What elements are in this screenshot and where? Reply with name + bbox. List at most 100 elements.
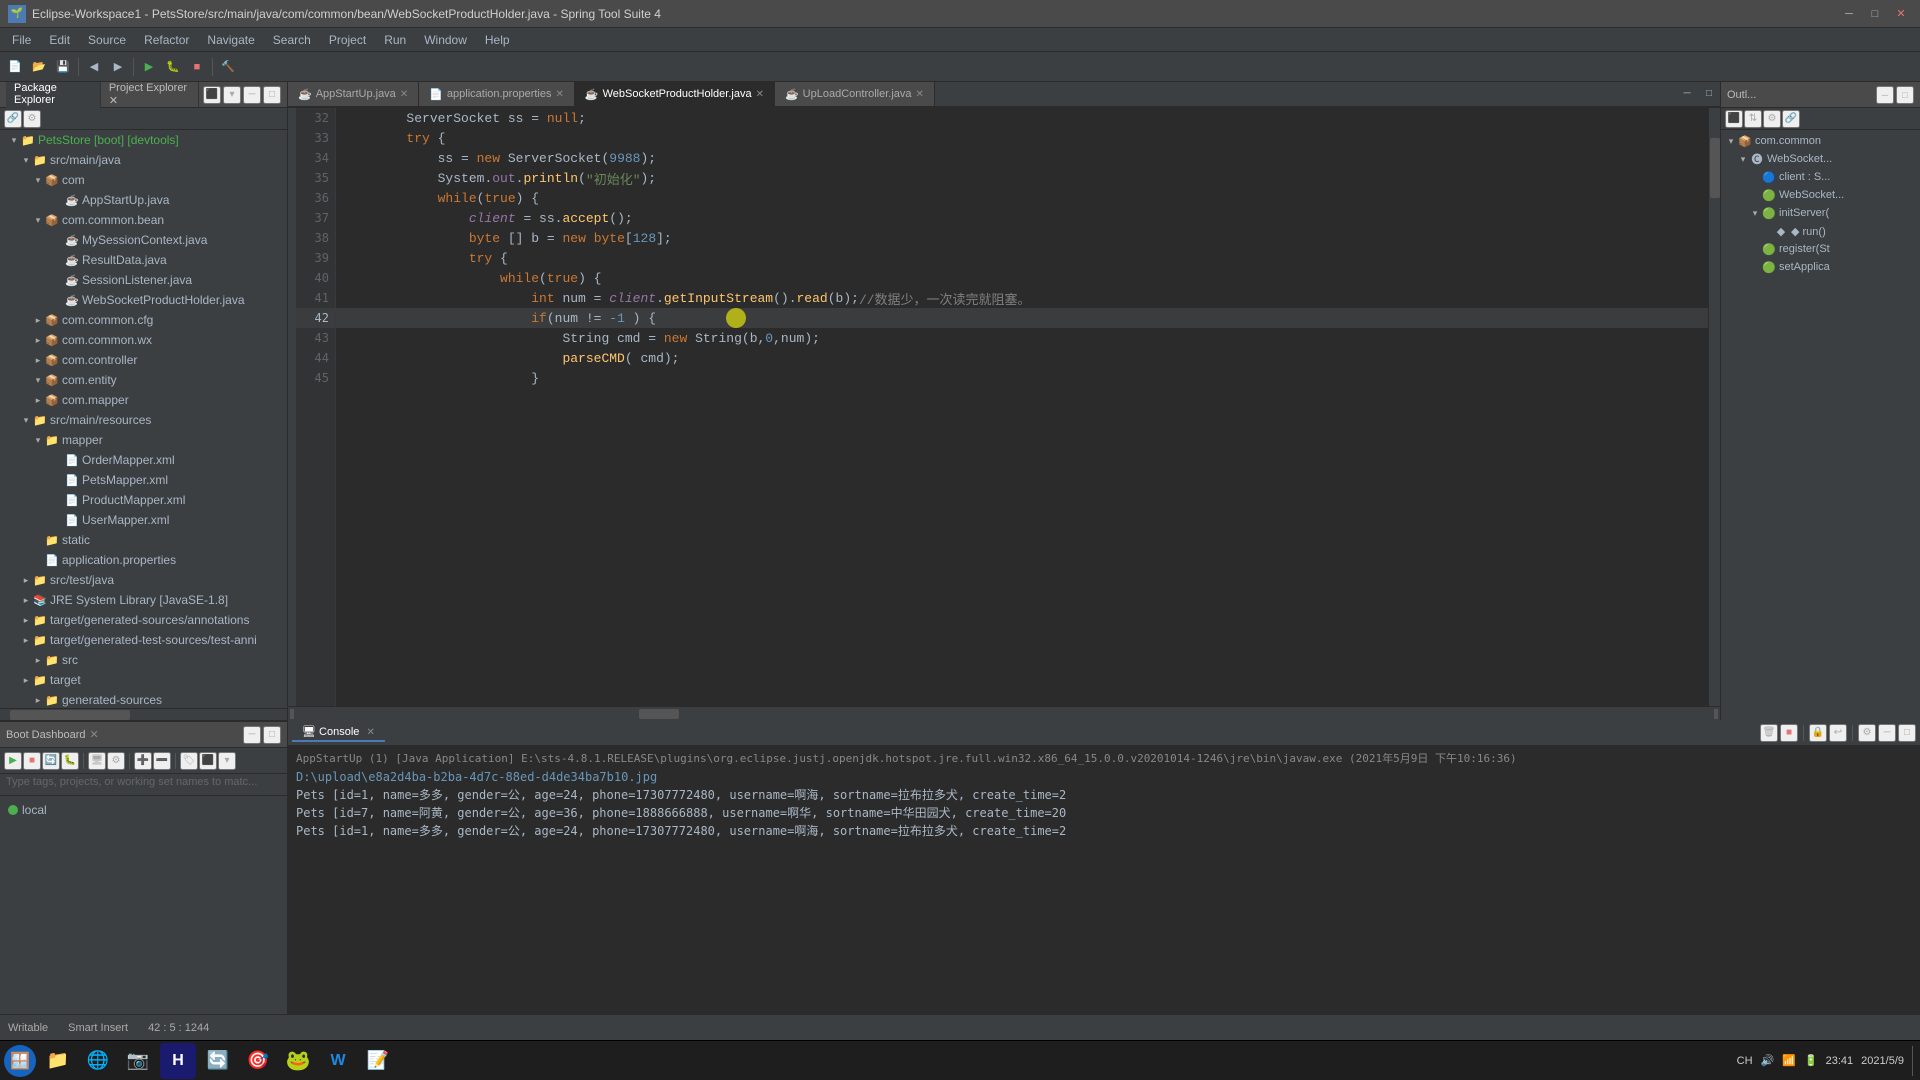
menu-window[interactable]: Window (416, 31, 475, 49)
taskbar-camera[interactable]: 📷 (120, 1043, 156, 1079)
tray-show-desktop[interactable] (1912, 1046, 1916, 1076)
boot-max[interactable]: □ (263, 726, 281, 744)
tree-item-src-main-java[interactable]: ▾ 📁 src/main/java (0, 150, 287, 170)
taskbar-app-h[interactable]: H (160, 1043, 196, 1079)
outline-collapse[interactable]: ⬛ (1725, 110, 1743, 128)
run-button[interactable]: ▶ (138, 56, 160, 78)
outline-link[interactable]: 🔗 (1782, 110, 1800, 128)
close-button[interactable]: ✕ (1890, 3, 1912, 25)
menu-run[interactable]: Run (376, 31, 414, 49)
tree-item-productmapper[interactable]: 📄 ProductMapper.xml (0, 490, 287, 510)
boot-tag[interactable]: 🏷 (180, 752, 198, 770)
console-clear[interactable]: 🗑 (1760, 724, 1778, 742)
tree-item-entity[interactable]: ▾ 📦 com.entity (0, 370, 287, 390)
tree-item-gen-test-sources[interactable]: ▸ 📁 target/generated-test-sources/test-a… (0, 630, 287, 650)
taskbar-refresh[interactable]: 🔄 (200, 1043, 236, 1079)
tab-upload-close[interactable]: ✕ (916, 89, 924, 100)
outline-item-run[interactable]: ◆ ◆ run() (1721, 222, 1920, 240)
boot-remove[interactable]: ➖ (153, 752, 171, 770)
editor-scrollbar[interactable] (1708, 108, 1720, 706)
debug-button[interactable]: 🐛 (162, 56, 184, 78)
tree-h-scrollbar[interactable] (0, 708, 287, 720)
outline-item-websocket2[interactable]: 🟢 WebSocket... (1721, 186, 1920, 204)
tree-item-mapper[interactable]: ▸ 📦 com.mapper (0, 390, 287, 410)
boot-open-console[interactable]: 🖥 (88, 752, 106, 770)
tree-item-common-cfg[interactable]: ▸ 📦 com.common.cfg (0, 310, 287, 330)
console-settings[interactable]: ⚙ (1858, 724, 1876, 742)
tree-item-websocket[interactable]: ☕ WebSocketProductHolder.java (0, 290, 287, 310)
console-min[interactable]: ─ (1878, 724, 1896, 742)
boot-restart[interactable]: 🔄 (42, 752, 60, 770)
outline-item-setapplica[interactable]: 🟢 setApplica (1721, 258, 1920, 276)
tree-item-com[interactable]: ▾ 📦 com (0, 170, 287, 190)
outline-max[interactable]: □ (1896, 86, 1914, 104)
outline-item-com-common[interactable]: ▾ 📦 com.common (1721, 132, 1920, 150)
menu-edit[interactable]: Edit (41, 31, 78, 49)
boot-stop[interactable]: ■ (23, 752, 41, 770)
tree-item-gen-sources2[interactable]: ▸ 📁 generated-sources (0, 690, 287, 708)
build-button[interactable]: 🔨 (217, 56, 239, 78)
console-stop[interactable]: ■ (1780, 724, 1798, 742)
maximize-button[interactable]: □ (1864, 3, 1886, 25)
boot-collapse[interactable]: ⬛ (199, 752, 217, 770)
outline-item-websocket[interactable]: ▾ 🅒 WebSocket... (1721, 150, 1920, 168)
menu-help[interactable]: Help (477, 31, 518, 49)
tree-item-jre[interactable]: ▸ 📚 JRE System Library [JavaSE-1.8] (0, 590, 287, 610)
outline-item-initserver[interactable]: ▾ 🟢 initServer( (1721, 204, 1920, 222)
open-button[interactable]: 📂 (28, 56, 50, 78)
tree-item-usermapper[interactable]: 📄 UserMapper.xml (0, 510, 287, 530)
tab-websocket[interactable]: ☕ WebSocketProductHolder.java ✕ (575, 82, 775, 106)
taskbar-eclipse[interactable]: 🐸 (280, 1043, 316, 1079)
save-button[interactable]: 💾 (52, 56, 74, 78)
panel-settings-button[interactable]: ▾ (223, 86, 241, 104)
boot-item-local[interactable]: local (8, 800, 279, 820)
tab-app-properties-close[interactable]: ✕ (555, 89, 563, 100)
filter-button[interactable]: ⚙ (23, 110, 41, 128)
tree-item-target[interactable]: ▸ 📁 target (0, 670, 287, 690)
tree-item-resultdata[interactable]: ☕ ResultData.java (0, 250, 287, 270)
package-tree[interactable]: ▾ 📁 PetsStore [boot] [devtools] ▾ 📁 src/… (0, 130, 287, 708)
boot-start[interactable]: ▶ (4, 752, 22, 770)
tree-item-petsmapper[interactable]: 📄 PetsMapper.xml (0, 470, 287, 490)
console-close[interactable]: ✕ (366, 727, 374, 738)
tree-item-mysession[interactable]: ☕ MySessionContext.java (0, 230, 287, 250)
console-max[interactable]: □ (1898, 724, 1916, 742)
panel-maximize-button[interactable]: □ (263, 86, 281, 104)
tree-item-ordermapper[interactable]: 📄 OrderMapper.xml (0, 450, 287, 470)
editor-max-button[interactable]: □ (1698, 82, 1720, 104)
tree-item-src[interactable]: ▸ 📁 src (0, 650, 287, 670)
console-output[interactable]: AppStartUp (1) [Java Application] E:\sts… (288, 746, 1920, 1040)
console-word-wrap[interactable]: ↩ (1829, 724, 1847, 742)
panel-minimize-button[interactable]: ─ (243, 86, 261, 104)
tree-item-mapper-folder[interactable]: ▾ 📁 mapper (0, 430, 287, 450)
new-button[interactable]: 📄 (4, 56, 26, 78)
tab-appstartup-close[interactable]: ✕ (400, 89, 408, 100)
tree-item-app-properties[interactable]: 📄 application.properties (0, 550, 287, 570)
tab-upload[interactable]: ☕ UpLoadController.java ✕ (775, 82, 935, 106)
menu-project[interactable]: Project (321, 31, 374, 49)
boot-debug[interactable]: 🐛 (61, 752, 79, 770)
boot-filter[interactable]: ▾ (218, 752, 236, 770)
taskbar-files[interactable]: 📁 (40, 1043, 76, 1079)
tree-item-static[interactable]: 📁 static (0, 530, 287, 550)
console-scroll-lock[interactable]: 🔒 (1809, 724, 1827, 742)
tab-console[interactable]: 🖥 Console ✕ (292, 723, 385, 742)
editor-h-scrollbar[interactable] (288, 706, 1720, 720)
tab-appstartup[interactable]: ☕ AppStartUp.java ✕ (288, 82, 419, 106)
stop-button[interactable]: ■ (186, 56, 208, 78)
collapse-all-button[interactable]: ⬛ (203, 86, 221, 104)
code-editor[interactable]: ServerSocket ss = null; try { ss = new S… (336, 108, 1708, 706)
tree-item-src-resources[interactable]: ▾ 📁 src/main/resources (0, 410, 287, 430)
taskbar-word[interactable]: W (320, 1043, 356, 1079)
editor-min-button[interactable]: ─ (1676, 82, 1698, 104)
tree-item-common-wx[interactable]: ▸ 📦 com.common.wx (0, 330, 287, 350)
tree-item-gen-sources[interactable]: ▸ 📁 target/generated-sources/annotations (0, 610, 287, 630)
tree-item-appstartup[interactable]: ☕ AppStartUp.java (0, 190, 287, 210)
boot-settings[interactable]: ⚙ (107, 752, 125, 770)
tree-item-sessionlistener[interactable]: ☕ SessionListener.java (0, 270, 287, 290)
taskbar-browser[interactable]: 🌐 (80, 1043, 116, 1079)
outline-filter[interactable]: ⚙ (1763, 110, 1781, 128)
menu-search[interactable]: Search (265, 31, 319, 49)
outline-sort[interactable]: ⇅ (1744, 110, 1762, 128)
menu-file[interactable]: File (4, 31, 39, 49)
